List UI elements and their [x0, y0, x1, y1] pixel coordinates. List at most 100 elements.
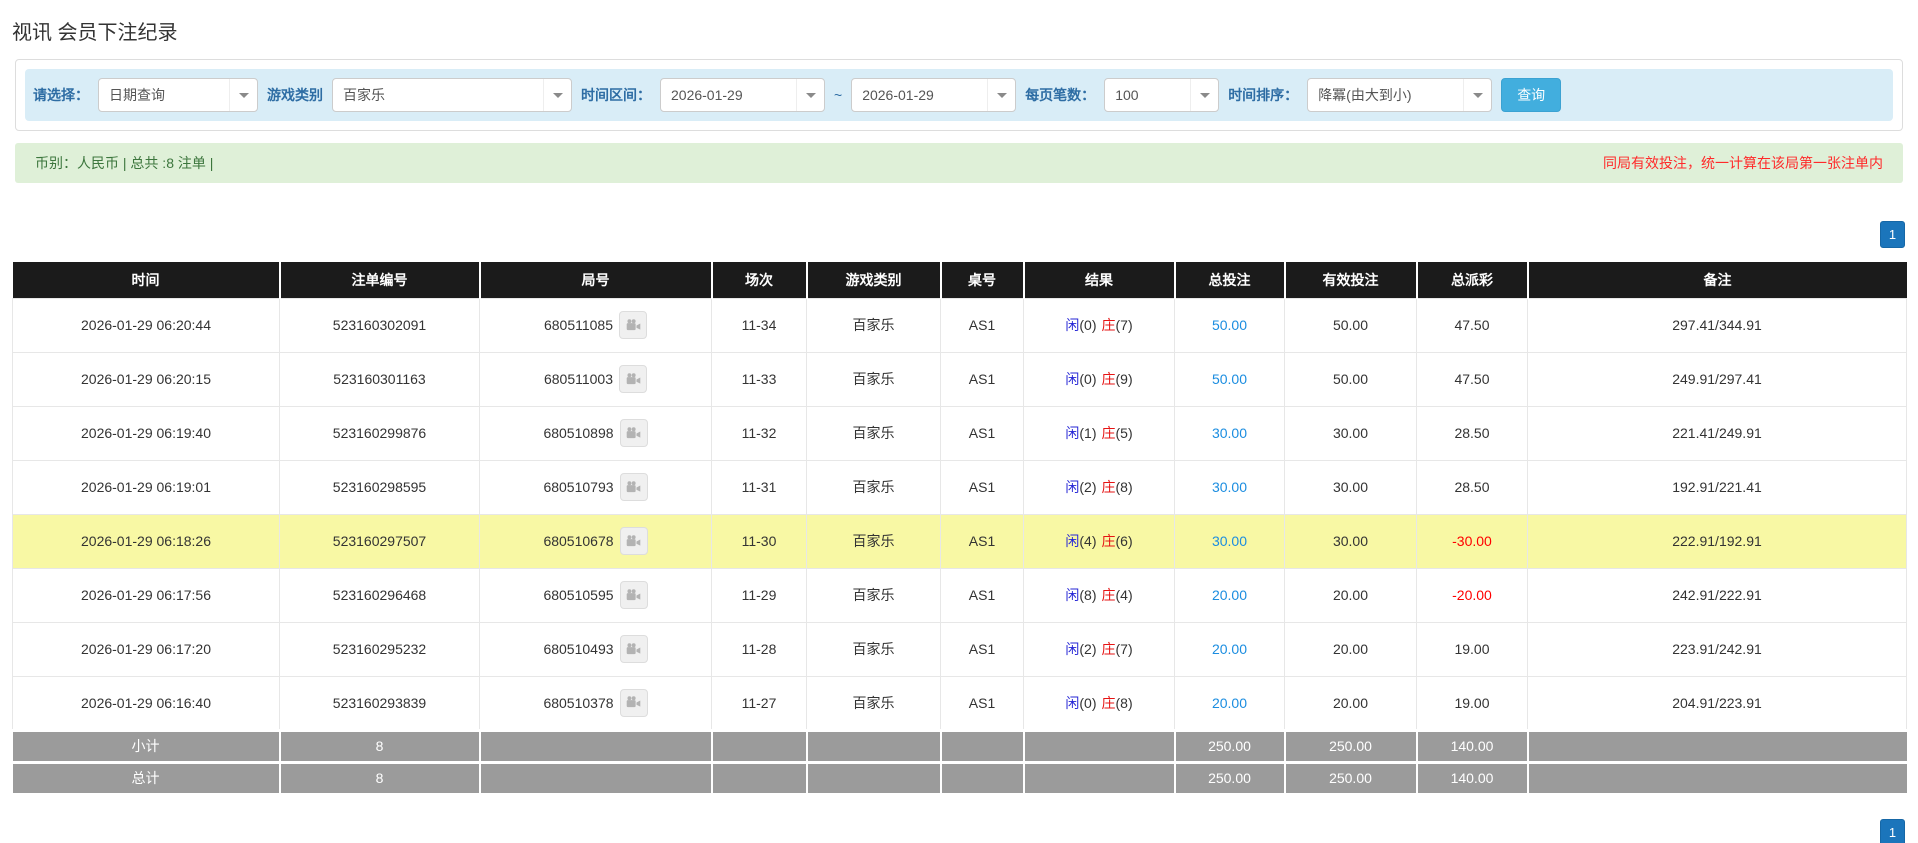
pagination-top: 1: [13, 221, 1905, 248]
time-sort-select[interactable]: 降冪(由大到小): [1307, 78, 1493, 112]
cell-time: 2026-01-29 06:19:01: [12, 459, 280, 515]
date-from-select[interactable]: 2026-01-29: [660, 78, 825, 112]
cell-total-bet: 30.00: [1174, 405, 1285, 461]
cell-table-no: AS1: [940, 513, 1024, 569]
video-replay-icon[interactable]: [619, 311, 648, 339]
player-score: (2): [1079, 479, 1097, 495]
video-replay-icon[interactable]: [619, 473, 648, 501]
chevron-down-icon: [987, 79, 1015, 111]
table-row: 2026-01-29 06:19:01 523160298595 6805107…: [12, 459, 1907, 515]
cell-result: 闲(4) 庄(6): [1023, 513, 1175, 569]
header-time: 时间: [12, 262, 281, 298]
cell-game-type: 百家乐: [806, 297, 941, 353]
cell-table-no: AS1: [940, 459, 1024, 515]
banker-label: 庄: [1101, 425, 1116, 441]
subtotal-label: 小计: [12, 728, 281, 763]
header-game-type: 游戏类别: [806, 262, 942, 298]
cell-result: 闲(2) 庄(7): [1023, 621, 1175, 677]
banker-label: 庄: [1101, 371, 1116, 387]
cell-valid-bet: 50.00: [1284, 351, 1417, 407]
total-label: 总计: [12, 760, 281, 795]
cell-game-type: 百家乐: [806, 675, 941, 731]
video-replay-icon[interactable]: [619, 365, 648, 393]
player-score: (0): [1079, 317, 1097, 333]
total-bet-link[interactable]: 20.00: [1212, 695, 1247, 711]
cell-time: 2026-01-29 06:20:44: [12, 297, 280, 353]
banker-score: (7): [1115, 641, 1133, 657]
video-replay-icon[interactable]: [619, 688, 648, 717]
player-score: (4): [1079, 533, 1097, 549]
game-type-label: 游戏类别: [267, 87, 323, 103]
cell-total-bet: 20.00: [1174, 621, 1285, 677]
total-bet-link[interactable]: 20.00: [1212, 641, 1247, 657]
total-bet-link[interactable]: 50.00: [1212, 371, 1247, 387]
table-row: 2026-01-29 06:19:40 523160299876 6805108…: [12, 405, 1907, 461]
round-no-text: 680511003: [543, 371, 614, 387]
cell-time: 2026-01-29 06:18:26: [12, 513, 280, 569]
cell-total-bet: 50.00: [1174, 351, 1285, 407]
cell-round-no: 680510793: [479, 459, 712, 515]
cell-remark: 297.41/344.91: [1527, 297, 1907, 353]
game-type-select[interactable]: 百家乐: [332, 78, 572, 112]
player-label: 闲: [1065, 479, 1080, 495]
chevron-down-icon: [543, 79, 571, 111]
cell-session: 11-30: [711, 513, 807, 569]
page-1-button[interactable]: 1: [1880, 221, 1905, 248]
cell-payout: 47.50: [1416, 351, 1528, 407]
total-bet-link[interactable]: 50.00: [1212, 317, 1247, 333]
player-label: 闲: [1065, 317, 1080, 333]
player-score: (1): [1079, 425, 1097, 441]
query-type-value: 日期查询: [109, 87, 165, 103]
table-footer: 小计 8 250.00 250.00 140.00 总计 8 250.00 25…: [12, 728, 1907, 795]
round-no-text: 680510793: [543, 479, 614, 495]
date-to-select[interactable]: 2026-01-29: [851, 78, 1017, 112]
page-size-select[interactable]: 100: [1104, 78, 1220, 112]
select-type-label: 请选择：: [33, 87, 89, 103]
time-sort-value: 降冪(由大到小): [1318, 87, 1412, 103]
cell-round-no: 680510595: [479, 567, 712, 623]
video-replay-icon[interactable]: [619, 527, 648, 555]
cell-bet-no: 523160296468: [279, 567, 480, 623]
cell-valid-bet: 30.00: [1284, 513, 1417, 569]
player-score: (2): [1079, 641, 1097, 657]
cell-remark: 242.91/222.91: [1527, 567, 1907, 623]
cell-remark: 223.91/242.91: [1527, 621, 1907, 677]
total-bet-link[interactable]: 20.00: [1212, 587, 1247, 603]
cell-valid-bet: 20.00: [1284, 621, 1417, 677]
cell-bet-no: 523160301163: [279, 351, 480, 407]
video-replay-icon[interactable]: [619, 419, 648, 447]
total-bet-link[interactable]: 30.00: [1212, 425, 1247, 441]
player-label: 闲: [1065, 641, 1080, 657]
cell-valid-bet: 20.00: [1284, 675, 1417, 731]
cell-game-type: 百家乐: [806, 405, 941, 461]
cell-table-no: AS1: [940, 567, 1024, 623]
banker-label: 庄: [1101, 587, 1116, 603]
cell-remark: 192.91/221.41: [1527, 459, 1907, 515]
cell-round-no: 680510378: [479, 675, 712, 731]
cell-bet-no: 523160293839: [279, 675, 480, 731]
header-result: 结果: [1023, 262, 1176, 298]
total-row: 总计 8 250.00 250.00 140.00: [12, 760, 1907, 795]
total-bet-link[interactable]: 30.00: [1212, 533, 1247, 549]
banker-score: (6): [1115, 533, 1133, 549]
query-button[interactable]: 查询: [1501, 78, 1562, 112]
date-from-value: 2026-01-29: [671, 87, 743, 103]
cell-bet-no: 523160295232: [279, 621, 480, 677]
cell-table-no: AS1: [940, 405, 1024, 461]
page-1-button[interactable]: 1: [1880, 819, 1905, 843]
header-valid-bet: 有效投注: [1284, 262, 1418, 298]
query-type-select[interactable]: 日期查询: [98, 78, 258, 112]
cell-total-bet: 30.00: [1174, 513, 1285, 569]
cell-valid-bet: 50.00: [1284, 297, 1417, 353]
video-replay-icon[interactable]: [619, 581, 648, 609]
cell-result: 闲(2) 庄(8): [1023, 459, 1175, 515]
cell-time: 2026-01-29 06:16:40: [12, 675, 280, 731]
video-replay-icon[interactable]: [619, 635, 648, 663]
cell-total-bet: 20.00: [1174, 675, 1285, 731]
round-no-text: 680510493: [543, 641, 614, 657]
table-row: 2026-01-29 06:20:15 523160301163 6805110…: [12, 351, 1907, 407]
total-bet-link[interactable]: 30.00: [1212, 479, 1247, 495]
cell-round-no: 680511003: [479, 351, 712, 407]
cell-round-no: 680510898: [479, 405, 712, 461]
table-row: 2026-01-29 06:17:20 523160295232 6805104…: [12, 621, 1907, 677]
